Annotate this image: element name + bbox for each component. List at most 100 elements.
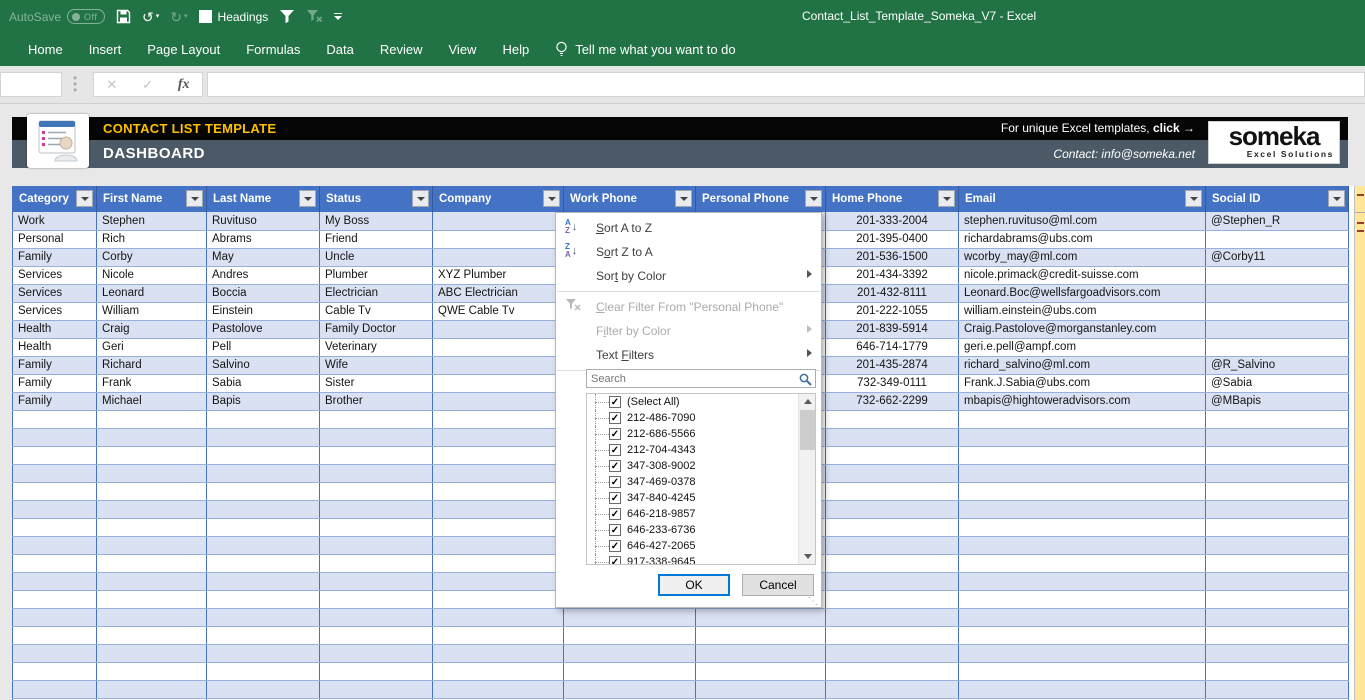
filter-value-item[interactable]: ✓347-469-0378: [587, 474, 798, 490]
table-cell[interactable]: Ruvituso: [207, 212, 320, 230]
table-cell[interactable]: Nicole: [97, 266, 207, 284]
table-cell[interactable]: [97, 464, 207, 482]
table-cell[interactable]: [13, 608, 97, 626]
table-cell[interactable]: [1206, 680, 1349, 698]
table-cell[interactable]: [1206, 554, 1349, 572]
table-cell[interactable]: [207, 482, 320, 500]
table-cell[interactable]: Einstein: [207, 302, 320, 320]
table-cell[interactable]: Family: [13, 248, 97, 266]
checkbox-checked-icon[interactable]: ✓: [609, 396, 621, 408]
table-cell[interactable]: [826, 554, 959, 572]
table-cell[interactable]: 201-333-2004: [826, 212, 959, 230]
table-cell[interactable]: [433, 446, 564, 464]
table-cell[interactable]: [959, 554, 1206, 572]
menu-item-sort-z-to-a[interactable]: ZA↓Sort Z to A: [556, 240, 821, 264]
table-cell[interactable]: [959, 536, 1206, 554]
table-cell[interactable]: Bapis: [207, 392, 320, 410]
table-cell[interactable]: wcorby_may@ml.com: [959, 248, 1206, 266]
table-cell[interactable]: [1206, 464, 1349, 482]
table-cell[interactable]: [320, 500, 433, 518]
filter-value-item[interactable]: ✓646-233-6736: [587, 522, 798, 538]
table-cell[interactable]: [826, 428, 959, 446]
table-cell[interactable]: [97, 572, 207, 590]
table-cell[interactable]: [207, 428, 320, 446]
table-cell[interactable]: [13, 536, 97, 554]
table-cell[interactable]: [320, 536, 433, 554]
column-header-last-name[interactable]: Last Name: [207, 186, 320, 212]
table-cell[interactable]: Personal: [13, 230, 97, 248]
table-cell[interactable]: [433, 464, 564, 482]
table-cell[interactable]: richardabrams@ubs.com: [959, 230, 1206, 248]
checkbox-checked-icon[interactable]: ✓: [609, 556, 621, 565]
resize-grip-icon[interactable]: ⋱: [808, 596, 818, 607]
table-cell[interactable]: [320, 410, 433, 428]
table-cell[interactable]: [564, 662, 696, 680]
table-cell[interactable]: @Corby11: [1206, 248, 1349, 266]
table-cell[interactable]: [1206, 338, 1349, 356]
column-header-company[interactable]: Company: [433, 186, 564, 212]
table-cell[interactable]: [433, 338, 564, 356]
filter-dropdown-button-3[interactable]: [299, 190, 316, 207]
filter-value-item[interactable]: ✓212-486-7090: [587, 410, 798, 426]
table-cell[interactable]: william.einstein@ubs.com: [959, 302, 1206, 320]
table-cell[interactable]: Family: [13, 356, 97, 374]
filter-dropdown-button-7[interactable]: [805, 190, 822, 207]
name-box[interactable]: [0, 72, 62, 97]
filter-dropdown-button-2[interactable]: [186, 190, 203, 207]
table-cell[interactable]: Craig: [97, 320, 207, 338]
table-cell[interactable]: [826, 680, 959, 698]
table-cell[interactable]: Leonard: [97, 284, 207, 302]
table-cell[interactable]: [13, 410, 97, 428]
table-cell[interactable]: [97, 410, 207, 428]
table-cell[interactable]: [564, 626, 696, 644]
table-cell[interactable]: Wife: [320, 356, 433, 374]
table-cell[interactable]: Services: [13, 302, 97, 320]
table-cell[interactable]: [97, 554, 207, 572]
table-cell[interactable]: [959, 428, 1206, 446]
redo-button[interactable]: ↻▾: [170, 10, 187, 24]
tab-view[interactable]: View: [436, 33, 490, 66]
table-cell[interactable]: [826, 500, 959, 518]
filter-dropdown-button-1[interactable]: [76, 190, 93, 207]
table-cell[interactable]: [1206, 410, 1349, 428]
table-cell[interactable]: Stephen: [97, 212, 207, 230]
table-cell[interactable]: Abrams: [207, 230, 320, 248]
table-cell[interactable]: 732-662-2299: [826, 392, 959, 410]
table-cell[interactable]: [826, 464, 959, 482]
table-cell[interactable]: Craig.Pastolove@morganstanley.com: [959, 320, 1206, 338]
table-cell[interactable]: [433, 662, 564, 680]
column-header-email[interactable]: Email: [959, 186, 1206, 212]
table-cell[interactable]: [433, 410, 564, 428]
table-cell[interactable]: [1206, 500, 1349, 518]
table-cell[interactable]: Sabia: [207, 374, 320, 392]
table-cell[interactable]: Health: [13, 320, 97, 338]
table-cell[interactable]: [97, 536, 207, 554]
table-cell[interactable]: William: [97, 302, 207, 320]
table-cell[interactable]: 201-536-1500: [826, 248, 959, 266]
table-cell[interactable]: [1206, 644, 1349, 662]
table-cell[interactable]: [959, 446, 1206, 464]
table-cell[interactable]: [433, 428, 564, 446]
cancel-button[interactable]: Cancel: [742, 574, 814, 596]
table-cell[interactable]: [97, 518, 207, 536]
table-cell[interactable]: [207, 680, 320, 698]
table-cell[interactable]: [826, 590, 959, 608]
table-cell[interactable]: Family: [13, 374, 97, 392]
table-cell[interactable]: [13, 500, 97, 518]
table-cell[interactable]: mbapis@hightoweradvisors.com: [959, 392, 1206, 410]
table-cell[interactable]: 646-714-1779: [826, 338, 959, 356]
table-cell[interactable]: [207, 464, 320, 482]
tell-me-box[interactable]: Tell me what you want to do: [555, 41, 735, 58]
table-cell[interactable]: [207, 500, 320, 518]
scroll-down-icon[interactable]: [799, 549, 816, 564]
checkbox-checked-icon[interactable]: ✓: [609, 540, 621, 552]
table-cell[interactable]: 201-222-1055: [826, 302, 959, 320]
table-cell[interactable]: [433, 680, 564, 698]
table-cell[interactable]: [433, 482, 564, 500]
customize-qat-button[interactable]: [334, 13, 342, 20]
table-cell[interactable]: @Stephen_R: [1206, 212, 1349, 230]
table-cell[interactable]: [826, 608, 959, 626]
table-cell[interactable]: [13, 428, 97, 446]
table-cell[interactable]: [433, 392, 564, 410]
table-cell[interactable]: Geri: [97, 338, 207, 356]
